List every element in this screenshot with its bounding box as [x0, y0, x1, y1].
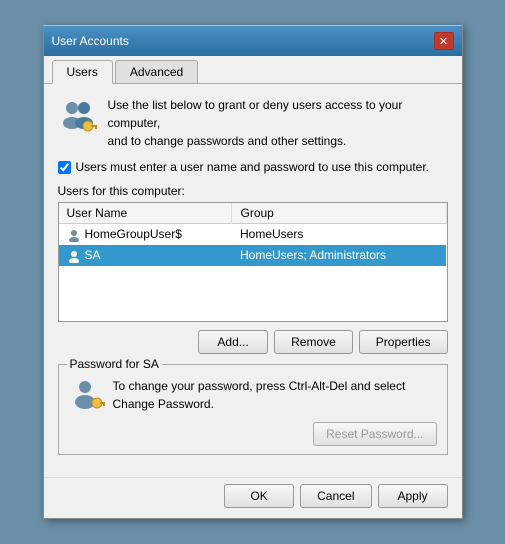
user-name-cell: HomeGroupUser$: [59, 224, 232, 245]
remove-button[interactable]: Remove: [274, 330, 353, 354]
info-row: Use the list below to grant or deny user…: [58, 96, 448, 150]
title-bar: User Accounts ✕: [44, 26, 462, 56]
main-content: Use the list below to grant or deny user…: [44, 84, 462, 477]
user-group-cell: HomeUsers; Administrators: [232, 245, 446, 266]
password-required-label: Users must enter a user name and passwor…: [76, 160, 430, 174]
info-description: Use the list below to grant or deny user…: [108, 96, 448, 150]
reset-password-button[interactable]: Reset Password...: [313, 422, 436, 446]
tab-bar: Users Advanced: [44, 56, 462, 84]
window-title: User Accounts: [52, 34, 129, 48]
password-required-checkbox[interactable]: [58, 161, 71, 174]
ok-button[interactable]: OK: [224, 484, 294, 508]
user-row-icon: [67, 248, 85, 262]
close-button[interactable]: ✕: [434, 32, 454, 50]
user-table-container: User Name Group HomeGroupUser$HomeUsers …: [58, 202, 448, 322]
password-row: To change your password, press Ctrl-Alt-…: [69, 377, 437, 416]
user-row-icon: [67, 227, 85, 241]
password-description: To change your password, press Ctrl-Alt-…: [113, 377, 437, 413]
table-row[interactable]: SAHomeUsers; Administrators: [59, 245, 447, 266]
user-table: User Name Group HomeGroupUser$HomeUsers …: [59, 203, 447, 266]
tab-advanced[interactable]: Advanced: [115, 60, 198, 83]
col-username: User Name: [59, 203, 232, 224]
cancel-button[interactable]: Cancel: [300, 484, 371, 508]
users-icon: [58, 96, 98, 136]
user-name-cell: SA: [59, 245, 232, 266]
user-action-buttons: Add... Remove Properties: [58, 330, 448, 354]
password-icon: [69, 377, 105, 416]
users-section-label: Users for this computer:: [58, 184, 448, 198]
col-group: Group: [232, 203, 446, 224]
apply-button[interactable]: Apply: [378, 484, 448, 508]
user-accounts-window: User Accounts ✕ Users Advanced: [43, 25, 463, 519]
user-group-cell: HomeUsers: [232, 224, 446, 245]
table-row[interactable]: HomeGroupUser$HomeUsers: [59, 224, 447, 245]
add-button[interactable]: Add...: [198, 330, 268, 354]
password-section: Password for SA To change your password,…: [58, 364, 448, 455]
password-section-title: Password for SA: [67, 357, 162, 371]
tab-users[interactable]: Users: [52, 60, 113, 84]
title-bar-controls: ✕: [434, 32, 454, 50]
password-required-row: Users must enter a user name and passwor…: [58, 160, 448, 174]
reset-btn-row: Reset Password...: [69, 422, 437, 446]
footer-buttons: OK Cancel Apply: [44, 477, 462, 518]
properties-button[interactable]: Properties: [359, 330, 448, 354]
